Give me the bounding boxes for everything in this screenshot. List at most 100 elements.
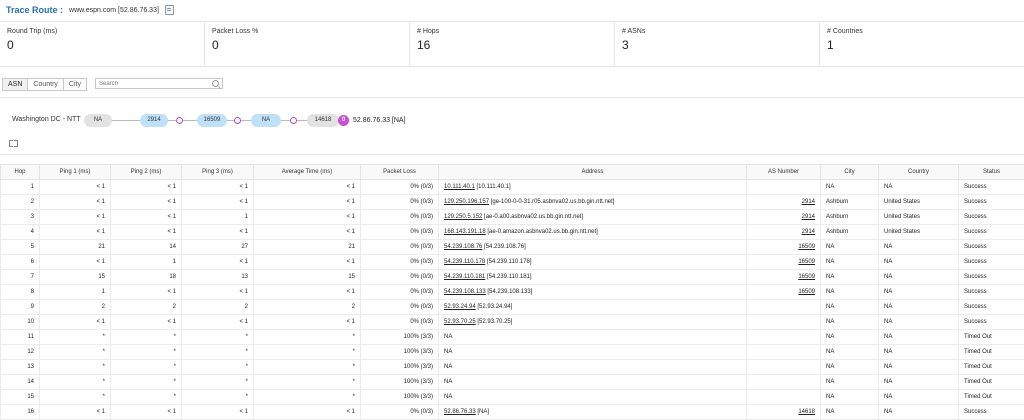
group-by-tabs: ASN Country City xyxy=(2,78,87,91)
route-path-diagram: Washington DC - NTT NA 2914 16509 NA 146… xyxy=(0,97,1024,155)
as-number-cell: 16509 xyxy=(746,239,821,255)
hop-cell: 6 xyxy=(0,254,40,270)
hop-cell: 3 xyxy=(0,209,40,225)
expand-icon[interactable] xyxy=(9,140,18,147)
avg-time-cell: < 1 xyxy=(253,314,361,330)
address-link[interactable]: 129.250.196.157 xyxy=(444,199,489,205)
address-link[interactable]: 54.239.108.76 xyxy=(444,244,482,250)
col-city-header[interactable]: City xyxy=(820,164,879,180)
copy-icon[interactable] xyxy=(164,5,174,15)
address-link[interactable]: 129.250.5.152 xyxy=(444,214,482,220)
col-address-header[interactable]: Address xyxy=(438,164,747,180)
country-cell: United States xyxy=(878,224,959,240)
packet-loss-cell: 0% (0/3) xyxy=(360,179,439,195)
as-number-link[interactable]: 16509 xyxy=(798,289,815,295)
packet-loss-cell: 0% (0/3) xyxy=(360,314,439,330)
stat-value: 0 xyxy=(7,38,14,52)
address-hostname: [NA] xyxy=(477,409,490,415)
ping1-cell: * xyxy=(39,374,111,390)
hop-cell: 8 xyxy=(0,284,40,300)
packet-loss-cell: 100% (3/3) xyxy=(360,389,439,405)
col-country-header[interactable]: Country xyxy=(878,164,959,180)
address-hostname: [54.239.110.181] xyxy=(486,274,532,280)
as-number-link[interactable]: 16509 xyxy=(798,244,815,250)
status-cell: Success xyxy=(958,194,1024,210)
search-input[interactable] xyxy=(96,79,212,88)
as-number-cell xyxy=(746,179,821,195)
packet-loss-cell: 100% (3/3) xyxy=(360,344,439,360)
as-number-link[interactable]: 2914 xyxy=(802,214,815,220)
hop-cell: 1 xyxy=(0,179,40,195)
ping1-cell: < 1 xyxy=(39,194,111,210)
as-number-link[interactable]: 14618 xyxy=(798,409,815,415)
as-number-link[interactable]: 16509 xyxy=(798,274,815,280)
packet-loss-cell: 0% (0/3) xyxy=(360,254,439,270)
search-icon[interactable] xyxy=(212,80,219,87)
address-link[interactable]: 52.93.24.94 xyxy=(444,304,476,310)
country-cell: NA xyxy=(878,269,959,285)
packet-loss-cell: 100% (3/3) xyxy=(360,359,439,375)
col-ping3-header[interactable]: Ping 3 (ms) xyxy=(181,164,254,180)
address-link[interactable]: 52.86.76.33 xyxy=(444,409,476,415)
path-node-na[interactable]: NA xyxy=(84,114,112,127)
page-title: Trace Route : xyxy=(6,5,64,15)
stat-label: # Hops xyxy=(417,28,440,35)
tab-asn[interactable]: ASN xyxy=(2,78,29,91)
status-cell: Success xyxy=(958,179,1024,195)
path-node-14618[interactable]: 14618 xyxy=(307,114,339,127)
avg-time-cell: < 1 xyxy=(253,179,361,195)
ping1-cell: < 1 xyxy=(39,254,111,270)
address-link[interactable]: 54.239.108.133 xyxy=(444,289,486,295)
packet-loss-cell: 0% (0/3) xyxy=(360,269,439,285)
address-link[interactable]: 52.93.70.25 xyxy=(444,319,476,325)
table-row: 6 < 1 1 < 1 < 1 0% (0/3) 54.239.110.178 [54.23… xyxy=(0,254,1024,270)
address-link[interactable]: 168.143.191.18 xyxy=(444,229,486,235)
col-ping2-header[interactable]: Ping 2 (ms) xyxy=(110,164,182,180)
ping1-cell: * xyxy=(39,344,111,360)
ping1-cell: 2 xyxy=(39,299,111,315)
path-source-label: Washington DC - NTT xyxy=(12,116,81,123)
address-link[interactable]: 54.239.110.178 xyxy=(444,259,485,265)
as-number-link[interactable]: 2914 xyxy=(802,229,815,235)
status-cell: Timed Out xyxy=(958,344,1024,360)
ping1-cell: < 1 xyxy=(39,224,111,240)
as-number-link[interactable]: 2914 xyxy=(802,199,815,205)
address-hostname: [54.239.110.178] xyxy=(486,259,532,265)
as-number-link[interactable]: 16509 xyxy=(798,259,815,265)
avg-time-cell: < 1 xyxy=(253,284,361,300)
col-loss-header[interactable]: Packet Loss xyxy=(360,164,439,180)
col-status-header[interactable]: Status xyxy=(958,164,1024,180)
ping1-cell: < 1 xyxy=(39,179,111,195)
path-node-2914[interactable]: 2914 xyxy=(140,114,168,127)
status-cell: Success xyxy=(958,299,1024,315)
tab-city[interactable]: City xyxy=(62,78,87,91)
hop-cell: 15 xyxy=(0,389,40,405)
address-link[interactable]: 10.111.40.1 xyxy=(444,184,475,190)
address-hostname: [54.239.108.76] xyxy=(484,244,526,250)
search-box xyxy=(95,78,223,89)
col-avg-header[interactable]: Average Time (ms) xyxy=(253,164,361,180)
address-cell: NA xyxy=(438,374,747,390)
hop-cell: 14 xyxy=(0,374,40,390)
address-link[interactable]: 54.239.110.181 xyxy=(444,274,485,280)
tab-country[interactable]: Country xyxy=(27,78,64,91)
path-node-na[interactable]: NA xyxy=(251,114,281,127)
country-cell: United States xyxy=(878,194,959,210)
address-cell: 54.239.110.178 [54.239.110.178] xyxy=(438,254,747,270)
col-hop-header[interactable]: Hop xyxy=(0,164,40,180)
ping2-cell: < 1 xyxy=(110,194,182,210)
address-cell: 168.143.191.18 [ae-0.amazon.asbnva02.us.… xyxy=(438,224,747,240)
path-hop-dot xyxy=(290,117,297,124)
city-cell: NA xyxy=(820,254,879,270)
path-node-16509[interactable]: 16509 xyxy=(197,114,227,127)
packet-loss-cell: 0% (0/3) xyxy=(360,284,439,300)
country-cell: NA xyxy=(878,404,959,420)
col-as-number-header[interactable]: AS Number xyxy=(746,164,821,180)
city-cell: NA xyxy=(820,374,879,390)
stat-hops: # Hops 16 xyxy=(410,22,615,66)
as-number-cell: 2914 xyxy=(746,194,821,210)
ping2-cell: * xyxy=(110,359,182,375)
ping2-cell: < 1 xyxy=(110,314,182,330)
status-cell: Success xyxy=(958,404,1024,420)
col-ping1-header[interactable]: Ping 1 (ms) xyxy=(39,164,111,180)
